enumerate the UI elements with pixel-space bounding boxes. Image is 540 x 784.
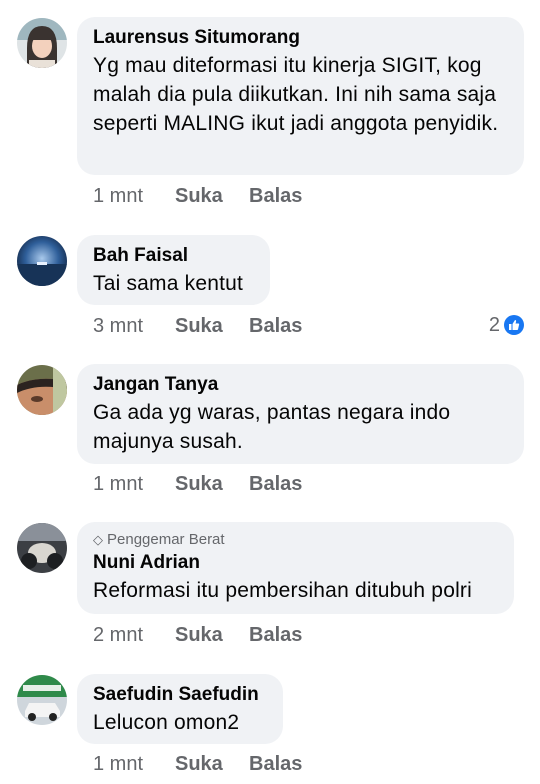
- avatar[interactable]: [17, 365, 67, 415]
- comment-text: Reformasi itu pembersihan ditubuh polri: [93, 579, 472, 602]
- comment-bubble: Jangan Tanya Ga ada yg waras, pantas neg…: [77, 364, 524, 464]
- comment-time[interactable]: 2 mnt: [93, 623, 175, 647]
- comment-time[interactable]: 3 mnt: [93, 314, 175, 338]
- thumbs-up-icon: [504, 315, 524, 335]
- comment-actions: 1 mnt Suka Balas: [93, 472, 302, 496]
- badge-label: Penggemar Berat: [107, 531, 225, 548]
- avatar[interactable]: [17, 675, 67, 725]
- reply-button[interactable]: Balas: [249, 623, 302, 647]
- like-button[interactable]: Suka: [175, 314, 249, 338]
- comment-actions: 1 mnt Suka Balas: [93, 752, 302, 776]
- avatar[interactable]: [17, 236, 67, 286]
- comment-time[interactable]: 1 mnt: [93, 752, 175, 776]
- reply-button[interactable]: Balas: [249, 184, 302, 208]
- reply-button[interactable]: Balas: [249, 752, 302, 776]
- comment-text: Lelucon omon2: [93, 711, 240, 734]
- reaction-summary[interactable]: 2: [489, 313, 524, 337]
- comment-actions: 1 mnt Suka Balas: [93, 184, 302, 208]
- comment-time[interactable]: 1 mnt: [93, 184, 175, 208]
- like-button[interactable]: Suka: [175, 184, 249, 208]
- fan-badge: ◇ Penggemar Berat: [93, 530, 498, 550]
- comment-author[interactable]: Saefudin Saefudin: [93, 682, 267, 708]
- comment-author[interactable]: Laurensus Situmorang: [93, 25, 508, 51]
- avatar[interactable]: [17, 523, 67, 573]
- comment-actions: 2 mnt Suka Balas: [93, 623, 302, 647]
- comment-author[interactable]: Nuni Adrian: [93, 550, 498, 576]
- comment-text: Tai sama kentut: [93, 272, 244, 295]
- reply-button[interactable]: Balas: [249, 314, 302, 338]
- like-button[interactable]: Suka: [175, 623, 249, 647]
- comment-actions: 3 mnt Suka Balas: [93, 314, 302, 338]
- comment-author[interactable]: Bah Faisal: [93, 243, 254, 269]
- avatar[interactable]: [17, 18, 67, 68]
- comment-bubble: Saefudin Saefudin Lelucon omon2: [77, 674, 283, 744]
- reply-button[interactable]: Balas: [249, 472, 302, 496]
- comment-time[interactable]: 1 mnt: [93, 472, 175, 496]
- comment-bubble: ◇ Penggemar Berat Nuni Adrian Reformasi i…: [77, 522, 514, 614]
- like-button[interactable]: Suka: [175, 752, 249, 776]
- comment-author[interactable]: Jangan Tanya: [93, 372, 508, 398]
- diamond-icon: ◇: [93, 532, 103, 547]
- like-button[interactable]: Suka: [175, 472, 249, 496]
- comment-text: Yg mau diteformasi itu kinerja SIGIT, ko…: [93, 54, 499, 135]
- comment-text: Ga ada yg waras, pantas negara indo maju…: [93, 401, 451, 453]
- comment-bubble: Laurensus Situmorang Yg mau diteformasi …: [77, 17, 524, 175]
- comment-bubble: Bah Faisal Tai sama kentut: [77, 235, 270, 305]
- reaction-count: 2: [488, 314, 500, 336]
